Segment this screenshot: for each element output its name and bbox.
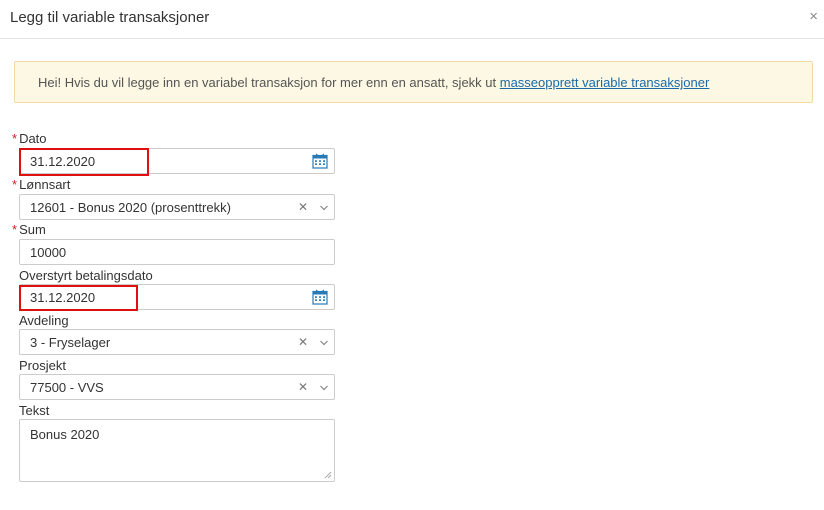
dato-value: 31.12.2020 — [30, 154, 96, 169]
avdeling-value: 3 - Fryselager — [30, 335, 111, 350]
betalingsdato-field[interactable]: 31.12.2020 — [19, 284, 335, 310]
alert-message: Hei! Hvis du vil legge inn en variabel t… — [38, 75, 709, 90]
calendar-icon[interactable] — [312, 289, 328, 305]
sum-input[interactable]: 10000 — [19, 239, 335, 265]
chevron-down-icon[interactable] — [320, 384, 328, 392]
clear-icon[interactable]: ✕ — [298, 200, 308, 214]
modal-title: Legg til variable transaksjoner — [10, 9, 210, 26]
lonnsart-select[interactable]: 12601 - Bonus 2020 (prosenttrekk) ✕ — [19, 194, 335, 220]
betalingsdato-value: 31.12.2020 — [30, 290, 96, 305]
chevron-down-icon[interactable] — [320, 204, 328, 212]
clear-icon[interactable]: ✕ — [298, 335, 308, 349]
lonnsart-value: 12601 - Bonus 2020 (prosenttrekk) — [30, 200, 231, 215]
info-alert: Hei! Hvis du vil legge inn en variabel t… — [14, 61, 813, 103]
lonnsart-label: * Lønnsart — [12, 177, 70, 192]
prosjekt-select[interactable]: 77500 - VVS ✕ — [19, 374, 335, 400]
required-marker: * — [12, 131, 18, 146]
mass-create-link[interactable]: masseopprett variable transaksjoner — [500, 75, 710, 90]
avdeling-select[interactable]: 3 - Fryselager ✕ — [19, 329, 335, 355]
prosjekt-value: 77500 - VVS — [30, 380, 104, 395]
clear-icon[interactable]: ✕ — [298, 380, 308, 394]
dato-label-text: Dato — [19, 131, 47, 146]
chevron-down-icon[interactable] — [320, 339, 328, 347]
tekst-textarea[interactable]: Bonus 2020 — [19, 419, 335, 482]
sum-label-text: Sum — [19, 222, 46, 237]
betalingsdato-label: Overstyrt betalingsdato — [19, 268, 153, 283]
dato-field[interactable]: 31.12.2020 — [19, 148, 335, 174]
alert-text: Hei! Hvis du vil legge inn en variabel t… — [38, 75, 500, 90]
prosjekt-label: Prosjekt — [19, 358, 66, 373]
required-marker: * — [12, 177, 18, 192]
resize-grip-icon[interactable] — [324, 471, 332, 479]
avdeling-label: Avdeling — [19, 313, 69, 328]
dato-label: * Dato — [12, 131, 47, 146]
sum-label: * Sum — [12, 222, 46, 237]
sum-value: 10000 — [30, 245, 67, 260]
modal-header: Legg til variable transaksjoner × — [0, 0, 824, 39]
close-icon[interactable]: × — [809, 9, 818, 25]
required-marker: * — [12, 222, 18, 237]
calendar-icon[interactable] — [312, 153, 328, 169]
tekst-label: Tekst — [19, 403, 50, 418]
tekst-value: Bonus 2020 — [30, 427, 100, 442]
lonnsart-label-text: Lønnsart — [19, 177, 71, 192]
